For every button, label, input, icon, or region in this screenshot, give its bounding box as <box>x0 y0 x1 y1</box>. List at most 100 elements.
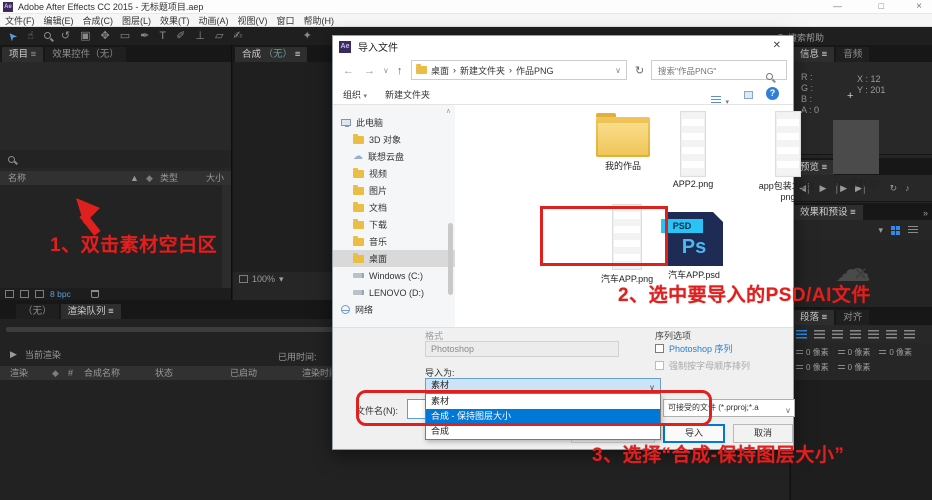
tab-info[interactable]: 信息 ≡ <box>793 47 835 62</box>
chevron-down-icon[interactable]: ▾ <box>279 274 284 285</box>
column-type[interactable]: 类型 <box>160 171 178 185</box>
brush-tool-icon[interactable]: ✐ <box>176 27 185 45</box>
sidebar-item-windows-c[interactable]: Windows (C:) <box>333 267 455 284</box>
chevron-down-icon[interactable]: ∨ <box>615 66 621 75</box>
justify-last-right-icon[interactable] <box>886 329 897 339</box>
tab-effects-presets[interactable]: 效果和预设 ≡ <box>793 205 863 220</box>
space-before-field[interactable]: 0 像素 <box>837 347 870 358</box>
tab-footage-none[interactable]: （无） <box>16 304 59 319</box>
first-line-indent-field[interactable]: 0 像素 <box>796 362 829 373</box>
loop-icon[interactable]: ↻ <box>890 183 898 194</box>
audio-icon[interactable]: ♪ <box>905 183 910 193</box>
list-view-icon[interactable] <box>908 226 918 234</box>
indent-right-field[interactable]: 0 像素 <box>879 347 912 358</box>
sidebar-item-pictures[interactable]: 图片 <box>333 182 455 199</box>
interpret-footage-icon[interactable] <box>5 290 14 298</box>
tab-effect-controls[interactable]: 效果控件（无） <box>45 47 126 62</box>
sidebar-item-documents[interactable]: 文档 <box>333 199 455 216</box>
col-render[interactable]: 渲染 <box>10 368 28 378</box>
col-comp-name[interactable]: 合成名称 <box>84 366 120 380</box>
panel-expand-icon[interactable]: » <box>923 208 928 218</box>
sidebar-item-downloads[interactable]: 下载 <box>333 216 455 233</box>
label-color-icon[interactable]: ◆ <box>146 171 153 185</box>
tab-project[interactable]: 项目 ≡ <box>2 47 44 62</box>
column-name[interactable]: 名称 <box>8 173 26 183</box>
preview-pane-icon[interactable] <box>744 91 753 99</box>
sidebar-item-desktop[interactable]: 桌面 <box>333 250 455 267</box>
space-after-field[interactable]: 0 像素 <box>837 362 870 373</box>
refresh-icon[interactable]: ↻ <box>635 64 644 77</box>
tab-render-queue[interactable]: 渲染队列 ≡ <box>60 304 121 319</box>
tab-audio[interactable]: 音频 <box>836 47 870 62</box>
up-icon[interactable]: ↑ <box>397 65 403 77</box>
shape-tool-icon[interactable]: ▭ <box>120 27 130 45</box>
clone-stamp-tool-icon[interactable]: ⊥ <box>195 27 205 45</box>
option-comp[interactable]: 合成 <box>426 424 660 439</box>
menu-view[interactable]: 视图(V) <box>238 14 268 27</box>
rotation-tool-icon[interactable]: ↺ <box>61 27 70 45</box>
align-left-icon[interactable] <box>796 329 807 339</box>
close-button[interactable]: × <box>916 1 922 12</box>
history-dropdown-icon[interactable]: ∨ <box>383 66 389 75</box>
file-item-app-package[interactable]: app包装1修改. png <box>757 111 819 202</box>
roto-brush-tool-icon[interactable]: ✍ <box>233 27 242 45</box>
crumb-current[interactable]: 作品PNG <box>516 64 554 77</box>
menu-composition[interactable]: 合成(C) <box>83 14 114 27</box>
menu-help[interactable]: 帮助(H) <box>304 14 335 27</box>
search-input[interactable] <box>656 63 768 79</box>
sort-arrow-icon[interactable]: ▲ <box>130 171 139 185</box>
search-box[interactable] <box>651 60 787 80</box>
sidebar-item-network[interactable]: 网络 <box>333 301 455 318</box>
search-icon[interactable] <box>766 73 774 80</box>
menu-effect[interactable]: 效果(T) <box>160 14 190 27</box>
file-item-mini-icon[interactable]: mini图标.gif <box>823 111 889 189</box>
menu-animation[interactable]: 动画(A) <box>199 14 229 27</box>
file-item-app2[interactable]: APP2.png <box>667 111 719 189</box>
zoom-tool-icon[interactable] <box>43 27 51 45</box>
label-color-icon[interactable]: ◆ <box>52 366 59 380</box>
breadcrumb[interactable]: 桌面 › 新建文件夹 › 作品PNG ∨ <box>411 60 627 80</box>
justify-last-center-icon[interactable] <box>868 329 879 339</box>
menu-window[interactable]: 窗口 <box>277 14 295 27</box>
thumbnail-view-icon[interactable] <box>891 225 900 235</box>
pen-tool-icon[interactable]: ✒ <box>140 27 149 45</box>
sidebar-item-cloud-drive[interactable]: ☁ 联想云盘 <box>333 148 455 165</box>
camera-tool-icon[interactable]: ▣ <box>80 27 90 45</box>
new-folder-icon[interactable] <box>20 290 29 298</box>
help-icon[interactable]: ? <box>766 87 779 100</box>
menu-layer[interactable]: 图层(L) <box>122 14 151 27</box>
sidebar-item-videos[interactable]: 视频 <box>333 165 455 182</box>
organize-button[interactable]: 组织 ▾ <box>343 88 367 101</box>
justify-last-left-icon[interactable] <box>850 329 861 339</box>
align-center-icon[interactable] <box>814 329 825 339</box>
menu-edit[interactable]: 编辑(E) <box>44 14 74 27</box>
column-size[interactable]: 大小 <box>206 171 224 185</box>
zoom-level[interactable]: 100% <box>252 274 275 284</box>
file-item-folder[interactable]: 我的作品 <box>569 113 677 172</box>
dialog-close-icon[interactable]: ✕ <box>773 40 781 51</box>
trash-icon[interactable] <box>90 290 99 298</box>
indent-left-field[interactable]: 0 像素 <box>796 347 829 358</box>
tab-align[interactable]: 对齐 <box>836 310 870 325</box>
justify-all-icon[interactable] <box>904 329 915 339</box>
sidebar-item-music[interactable]: 音乐 <box>333 233 455 250</box>
chevron-down-icon[interactable]: ▾ <box>878 225 883 236</box>
minimize-button[interactable]: — <box>833 1 842 11</box>
photoshop-sequence-option[interactable]: Photoshop 序列 <box>655 342 733 355</box>
type-tool-icon[interactable]: T <box>159 27 166 45</box>
tab-composition[interactable]: 合成 （无） ≡ <box>235 47 308 62</box>
align-right-icon[interactable] <box>832 329 843 339</box>
tab-paragraph[interactable]: 段落 ≡ <box>793 310 835 325</box>
new-folder-button[interactable]: 新建文件夹 <box>385 88 430 101</box>
scroll-up-icon[interactable]: ∧ <box>446 107 451 115</box>
forward-icon[interactable]: → <box>364 65 375 77</box>
col-status[interactable]: 状态 <box>155 366 173 380</box>
comp-viewport[interactable] <box>233 62 332 272</box>
pan-behind-tool-icon[interactable]: ✥ <box>101 27 110 45</box>
file-item-car-app-psd[interactable]: PSD Ps 汽车APP.psd <box>661 212 727 281</box>
project-scrollbar[interactable] <box>222 185 231 288</box>
sidebar-scrollbar[interactable] <box>448 223 453 295</box>
col-number[interactable]: # <box>68 366 73 380</box>
sidebar-item-3d-objects[interactable]: 3D 对象 <box>333 131 455 148</box>
disclosure-triangle-icon[interactable]: ▶ <box>10 349 17 360</box>
